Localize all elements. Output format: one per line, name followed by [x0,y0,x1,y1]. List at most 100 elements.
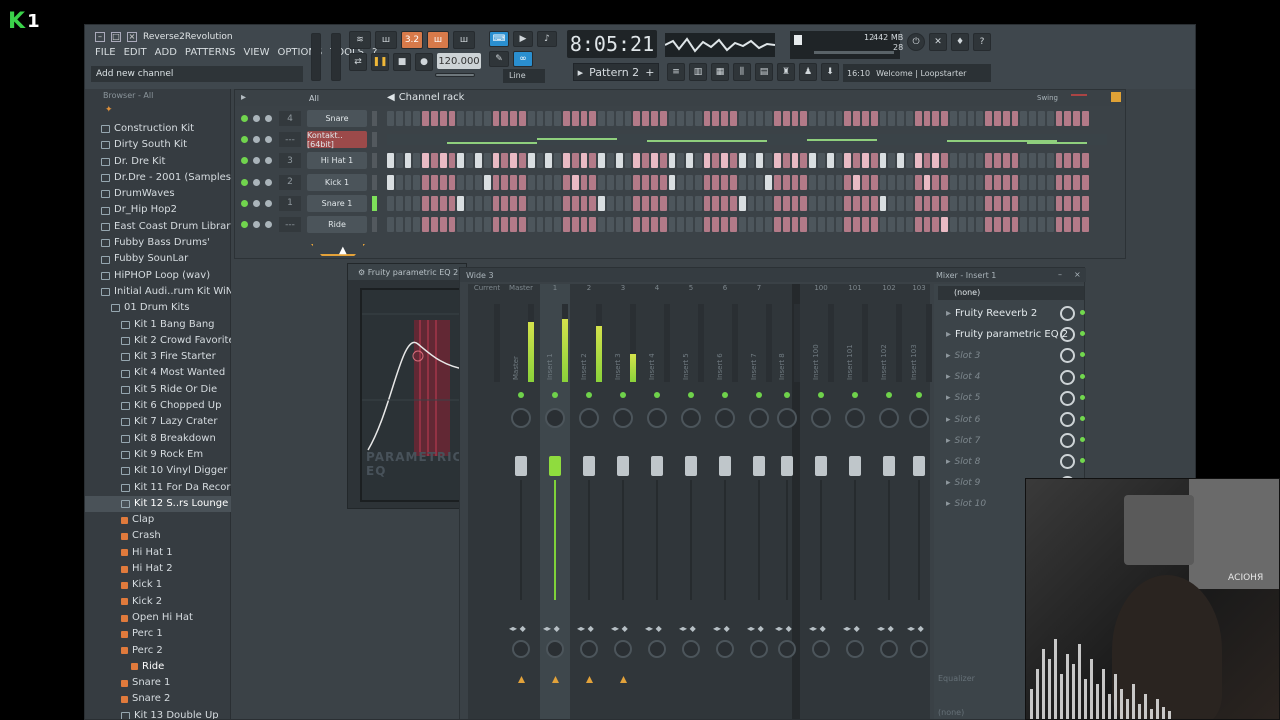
slot-mix-knob[interactable] [1060,412,1075,427]
strip-stereo-arrows[interactable]: ◂▸ ◆ [509,624,526,633]
typing-keyboard-icon[interactable]: ⌨ [489,31,509,47]
step-button[interactable] [694,153,702,169]
step-button[interactable] [1002,111,1010,126]
strip-pan-knob[interactable] [511,408,531,428]
strip-pan-knob[interactable] [811,408,831,428]
step-button[interactable] [818,111,825,126]
step-button[interactable] [413,195,421,211]
step-button[interactable] [932,111,940,126]
slot-enable-led[interactable] [1080,310,1085,315]
step-button[interactable] [756,174,764,190]
step-button[interactable] [589,195,597,211]
browser-folder[interactable]: Dr.Dre - 2001 (Samples) [85,170,231,186]
step-button[interactable] [1037,217,1045,232]
step-button[interactable] [879,195,887,211]
stop-icon[interactable]: ■ [393,53,411,71]
step-button[interactable] [782,217,790,232]
step-button[interactable] [993,153,1001,169]
step-button[interactable] [906,217,913,232]
step-button[interactable] [1002,153,1010,169]
strip-volume-fader[interactable] [617,456,629,476]
step-button[interactable] [404,111,412,126]
mixer-strip[interactable]: Insert 8 ◂▸ ◆ [772,284,802,719]
channel-rack-icon[interactable]: ▦ [711,63,729,81]
step-button[interactable] [430,174,438,190]
mixer-strip[interactable]: 102 Insert 102 ◂▸ ◆ [874,284,904,719]
slot-mix-knob[interactable] [1060,306,1075,321]
step-button[interactable] [853,174,861,190]
step-button[interactable] [615,174,623,190]
strip-active-led[interactable] [852,392,858,398]
step-button[interactable] [906,111,913,126]
step-button[interactable] [413,217,421,232]
step-button[interactable] [1064,111,1072,126]
browser-icon[interactable]: ♜ [777,63,795,81]
channel-select-indicator[interactable] [372,132,377,148]
step-button[interactable] [483,174,491,190]
step-button[interactable] [879,111,887,126]
step-button[interactable] [765,195,773,211]
step-button[interactable] [870,217,878,232]
step-button[interactable] [395,217,403,232]
step-button[interactable] [606,111,614,126]
step-button[interactable] [976,153,984,169]
step-button[interactable] [862,174,869,190]
step-button[interactable] [1055,111,1063,126]
step-button[interactable] [897,217,905,232]
step-button[interactable] [1064,217,1072,232]
step-button[interactable] [457,111,465,126]
effect-slot[interactable]: ▸ Fruity parametric EQ 2 [938,325,1085,344]
microphone-icon[interactable]: ♦ [951,33,969,51]
eq-settings-icon[interactable]: ⚙ [358,268,365,277]
step-button[interactable] [624,195,632,211]
step-button[interactable] [950,195,957,211]
step-button[interactable] [554,217,561,232]
channel-select-indicator[interactable] [372,111,377,126]
menu-file[interactable]: FILE [95,47,116,58]
step-button[interactable] [448,153,456,169]
step-button[interactable] [554,153,561,169]
step-button[interactable] [765,153,773,169]
browser-file[interactable]: Snare 1 [85,675,231,691]
step-button[interactable] [844,195,852,211]
step-button[interactable] [474,111,482,126]
step-button[interactable] [809,174,817,190]
step-button[interactable] [791,153,799,169]
strip-pan-knob[interactable] [777,408,797,428]
eq-display[interactable]: PARAMETRIC EQ [360,288,468,502]
browser-folder[interactable]: Kit 1 Bang Bang [85,317,231,333]
step-button[interactable] [721,195,729,211]
step-button[interactable] [562,174,570,190]
step-button[interactable] [985,217,992,232]
piano-roll-icon[interactable]: ▥ [689,63,707,81]
step-button[interactable] [1029,153,1036,169]
step-button[interactable] [492,174,500,190]
browser-folder[interactable]: Kit 2 Crowd Favorite [85,333,231,349]
step-button[interactable] [422,111,429,126]
step-button[interactable] [518,111,526,126]
power-icon[interactable]: ⏻ [907,33,925,51]
step-button[interactable] [404,195,412,211]
step-button[interactable] [571,174,579,190]
step-button[interactable] [536,195,544,211]
step-button[interactable] [545,153,553,169]
step-button[interactable] [782,195,790,211]
browser-header[interactable]: Browser - All [85,89,230,103]
step-button[interactable] [1081,111,1089,126]
wait-record-icon[interactable]: 3.2 [401,31,423,49]
maximize-icon[interactable]: □ [111,32,121,42]
step-button[interactable] [448,174,456,190]
step-button[interactable] [958,174,966,190]
piano-roll-preview[interactable] [387,134,1107,146]
slot-preset-select[interactable]: (none) [938,286,1084,300]
step-button[interactable] [650,195,658,211]
step-button[interactable] [835,111,843,126]
mixer-strip[interactable]: 100 Insert 100 ◂▸ ◆ [806,284,836,719]
strip-volume-fader[interactable] [913,456,925,476]
step-button[interactable] [545,195,553,211]
step-button[interactable] [1046,111,1054,126]
step-button[interactable] [606,217,614,232]
pan-knob[interactable] [253,199,260,207]
step-button[interactable] [1011,195,1019,211]
step-button[interactable] [1002,195,1010,211]
